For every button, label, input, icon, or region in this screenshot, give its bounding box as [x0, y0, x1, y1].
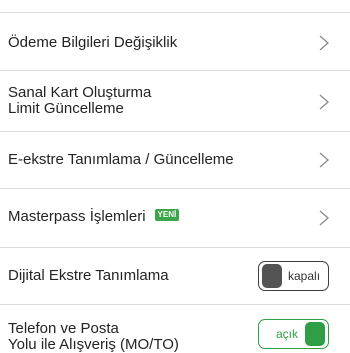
menu-item-label-wrap: Masterpass İşlemleri YENİ — [8, 208, 180, 225]
menu-item-label-line1: Telefon ve Posta — [8, 320, 119, 337]
menu-item-label: Dijital Ekstre Tanımlama — [8, 267, 169, 284]
digital-statement-toggle[interactable]: kapalı — [258, 261, 329, 291]
chevron-right-icon — [317, 33, 331, 53]
menu-item-label-line2: Limit Güncelleme — [8, 100, 124, 117]
menu-item-label-line2: Yolu ile Alışveriş (MO/TO) — [8, 336, 179, 353]
menu-item-label: Masterpass İşlemleri — [8, 208, 146, 225]
chevron-right-icon — [317, 208, 331, 228]
toggle-knob — [305, 322, 325, 346]
settings-list: Ödeme Bilgileri Değişiklik Sanal Kart Ol… — [0, 0, 350, 353]
menu-item-payment-info-change[interactable]: Ödeme Bilgileri Değişiklik — [0, 13, 350, 70]
menu-item-mail-phone-order: Telefon ve Posta Yolu ile Alışveriş (MO/… — [0, 305, 350, 353]
menu-item-virtual-card-limit[interactable]: Sanal Kart Oluşturma Limit Güncelleme — [0, 71, 350, 131]
chevron-right-icon — [317, 150, 331, 170]
new-badge: YENİ — [154, 209, 180, 222]
menu-item-label: Ödeme Bilgileri Değişiklik — [8, 34, 178, 51]
toggle-label: açık — [276, 327, 299, 341]
toggle-label: kapalı — [288, 269, 321, 283]
menu-item-digital-statement: Dijital Ekstre Tanımlama kapalı — [0, 248, 350, 304]
menu-item-e-statement[interactable]: E-ekstre Tanımlama / Güncelleme — [0, 132, 350, 188]
menu-item-masterpass[interactable]: Masterpass İşlemleri YENİ — [0, 189, 350, 247]
toggle-knob — [262, 264, 282, 288]
menu-item-label-line1: Sanal Kart Oluşturma — [8, 84, 152, 101]
chevron-right-icon — [317, 92, 331, 112]
mo-to-toggle[interactable]: açık — [258, 319, 329, 349]
menu-item-label: E-ekstre Tanımlama / Güncelleme — [8, 151, 234, 168]
